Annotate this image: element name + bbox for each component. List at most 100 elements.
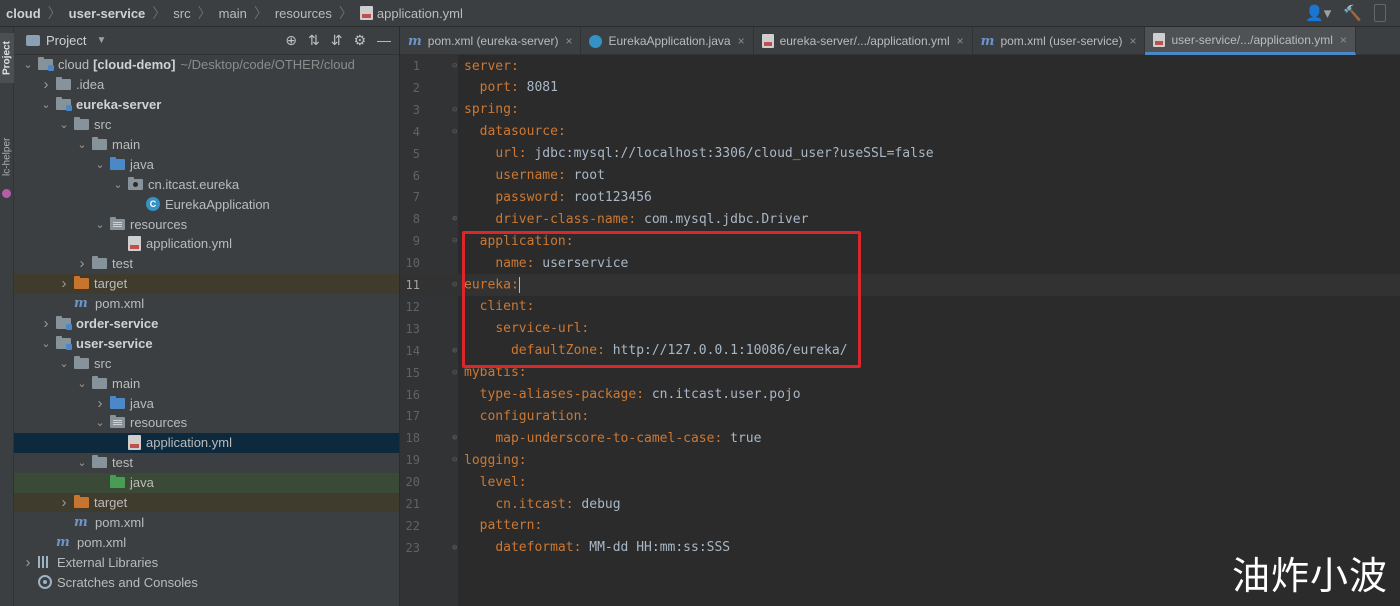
tree-item[interactable]: ⌄ user-service (14, 333, 399, 353)
tree-item[interactable]: java (14, 472, 399, 493)
chevron-right-icon[interactable]: › (22, 554, 34, 571)
tree-item[interactable]: › .idea (14, 75, 399, 95)
editor-tab[interactable]: user-service/.../application.yml × (1145, 27, 1356, 55)
locate-file-icon[interactable]: ⊕ (285, 32, 297, 49)
chevron-right-icon[interactable]: › (94, 395, 106, 412)
code-line[interactable]: 5 url: jdbc:mysql://localhost:3306/cloud… (400, 143, 1400, 165)
code-line[interactable]: 7 password: root123456 (400, 186, 1400, 208)
gear-icon[interactable]: ⚙ (353, 32, 366, 49)
tree-item[interactable]: › order-service (14, 314, 399, 334)
code-line[interactable]: 2 port: 8081 (400, 77, 1400, 99)
code-line[interactable]: 17 configuration: (400, 405, 1400, 427)
code-line[interactable]: 13 service-url: (400, 318, 1400, 340)
breadcrumb-item-src[interactable]: src (173, 6, 190, 21)
code-editor[interactable]: 1 ⊖ server: 2 port: 8081 3 ⊖ spring: 4 ⊖ datasou… (400, 55, 1400, 606)
code-line[interactable]: 1 ⊖ server: (400, 55, 1400, 77)
tree-item[interactable]: m pom.xml (14, 512, 399, 532)
tree-item[interactable]: › java (14, 393, 399, 413)
tree-item[interactable]: ⌄ src (14, 353, 399, 373)
run-config-box[interactable] (1374, 4, 1386, 22)
fold-marker-icon[interactable]: ⊖ (452, 455, 461, 465)
project-tool-tab[interactable]: Project (0, 33, 14, 83)
code-line[interactable]: 14 ⊕ defaultZone: http://127.0.0.1:10086/… (400, 340, 1400, 362)
expand-all-icon[interactable]: ⇅ (308, 32, 320, 49)
chevron-down-icon[interactable]: ⌄ (94, 218, 106, 231)
code-line[interactable]: 21 cn.itcast: debug (400, 493, 1400, 515)
chevron-down-icon[interactable]: ⌄ (76, 377, 88, 390)
editor-tab[interactable]: eureka-server/.../application.yml × (754, 27, 973, 55)
close-icon[interactable]: × (1340, 33, 1347, 47)
chevron-down-icon[interactable]: ⌄ (76, 456, 88, 469)
fold-marker-icon[interactable]: ⊕ (452, 433, 461, 443)
chevron-right-icon[interactable]: › (58, 494, 70, 511)
chevron-down-icon[interactable]: ⌄ (40, 337, 52, 350)
close-icon[interactable]: × (565, 34, 572, 48)
breadcrumb-item-cloud[interactable]: cloud (6, 6, 41, 21)
code-line[interactable]: 3 ⊖ spring: (400, 99, 1400, 121)
editor-tab[interactable]: m pom.xml (eureka-server) × (400, 27, 582, 55)
editor-tab[interactable]: m pom.xml (user-service) × (973, 27, 1146, 55)
fold-marker-icon[interactable]: ⊖ (452, 61, 461, 71)
fold-marker-icon[interactable]: ⊖ (452, 368, 461, 378)
collapse-all-icon[interactable]: ⇵ (331, 32, 343, 49)
code-line[interactable]: 8 ⊕ driver-class-name: com.mysql.jdbc.Dri… (400, 208, 1400, 230)
editor-tab[interactable]: EurekaApplication.java × (581, 27, 754, 55)
code-line[interactable]: 22 pattern: (400, 515, 1400, 537)
fold-marker-icon[interactable]: ⊖ (452, 280, 461, 290)
tree-item[interactable]: › target (14, 492, 399, 513)
hide-panel-icon[interactable]: — (377, 32, 391, 49)
tree-item[interactable]: › External Libraries (14, 552, 399, 572)
breadcrumb-item-file[interactable]: application.yml (377, 6, 463, 21)
code-line[interactable]: 16 type-aliases-package: cn.itcast.user.… (400, 384, 1400, 406)
chevron-down-icon[interactable]: ⌄ (112, 178, 124, 191)
close-icon[interactable]: × (957, 34, 964, 48)
tree-item[interactable]: ⌄ main (14, 373, 399, 393)
tree-item[interactable]: ⌄ main (14, 135, 399, 155)
tree-item[interactable]: ⌄ src (14, 115, 399, 135)
chevron-down-icon[interactable]: ▼ (96, 35, 106, 46)
chevron-down-icon[interactable]: ⌄ (76, 138, 88, 151)
user-account-icon[interactable]: 👤▾ (1305, 4, 1331, 22)
tree-item[interactable]: C EurekaApplication (14, 194, 399, 214)
code-line[interactable]: 10 name: userservice (400, 252, 1400, 274)
chevron-down-icon[interactable]: ⌄ (40, 98, 52, 111)
tree-item[interactable]: ⌄ resources (14, 413, 399, 433)
breadcrumb-item-main[interactable]: main (219, 6, 247, 21)
code-line[interactable]: 18 ⊕ map-underscore-to-camel-case: true (400, 427, 1400, 449)
close-icon[interactable]: × (1129, 34, 1136, 48)
tree-item[interactable]: Scratches and Consoles (14, 572, 399, 592)
tree-item[interactable]: ⌄ cloud [cloud-demo] ~/Desktop/code/OTHER/c… (14, 55, 399, 75)
code-line[interactable]: 19 ⊖ logging: (400, 449, 1400, 471)
fold-marker-icon[interactable]: ⊖ (452, 127, 461, 137)
lc-helper-tool-tab[interactable]: lc-helper (0, 127, 14, 187)
tree-item[interactable]: ⌄ resources (14, 214, 399, 234)
tree-item[interactable]: ⌄ eureka-server (14, 95, 399, 115)
code-line[interactable]: 11 ⊖ eureka: (400, 274, 1400, 296)
chevron-down-icon[interactable]: ⌄ (58, 118, 70, 131)
tree-item[interactable]: application.yml (14, 432, 399, 453)
code-line[interactable]: 6 username: root (400, 165, 1400, 187)
close-icon[interactable]: × (738, 34, 745, 48)
chevron-down-icon[interactable]: ⌄ (58, 357, 70, 370)
breadcrumb-item-resources[interactable]: resources (275, 6, 332, 21)
tree-item[interactable]: m pom.xml (14, 532, 399, 552)
chevron-right-icon[interactable]: › (40, 76, 52, 93)
tree-item[interactable]: application.yml (14, 234, 399, 254)
chevron-down-icon[interactable]: ⌄ (94, 158, 106, 171)
fold-marker-icon[interactable]: ⊕ (452, 346, 461, 356)
tree-item[interactable]: ⌄ test (14, 453, 399, 473)
fold-marker-icon[interactable]: ⊕ (452, 214, 461, 224)
code-line[interactable]: 15 ⊖ mybatis: (400, 362, 1400, 384)
code-line[interactable]: 9 ⊖ application: (400, 230, 1400, 252)
breadcrumb-item-user-service[interactable]: user-service (69, 6, 146, 21)
fold-marker-icon[interactable]: ⊖ (452, 105, 461, 115)
fold-marker-icon[interactable]: ⊕ (452, 543, 461, 553)
tree-item[interactable]: › target (14, 273, 399, 294)
fold-marker-icon[interactable]: ⊖ (452, 236, 461, 246)
chevron-down-icon[interactable]: ⌄ (22, 58, 34, 71)
code-line[interactable]: 20 level: (400, 471, 1400, 493)
tree-item[interactable]: ⌄ cn.itcast.eureka (14, 174, 399, 194)
project-panel-title[interactable]: Project (46, 33, 86, 48)
chevron-right-icon[interactable]: › (76, 255, 88, 272)
code-line[interactable]: 4 ⊖ datasource: (400, 121, 1400, 143)
